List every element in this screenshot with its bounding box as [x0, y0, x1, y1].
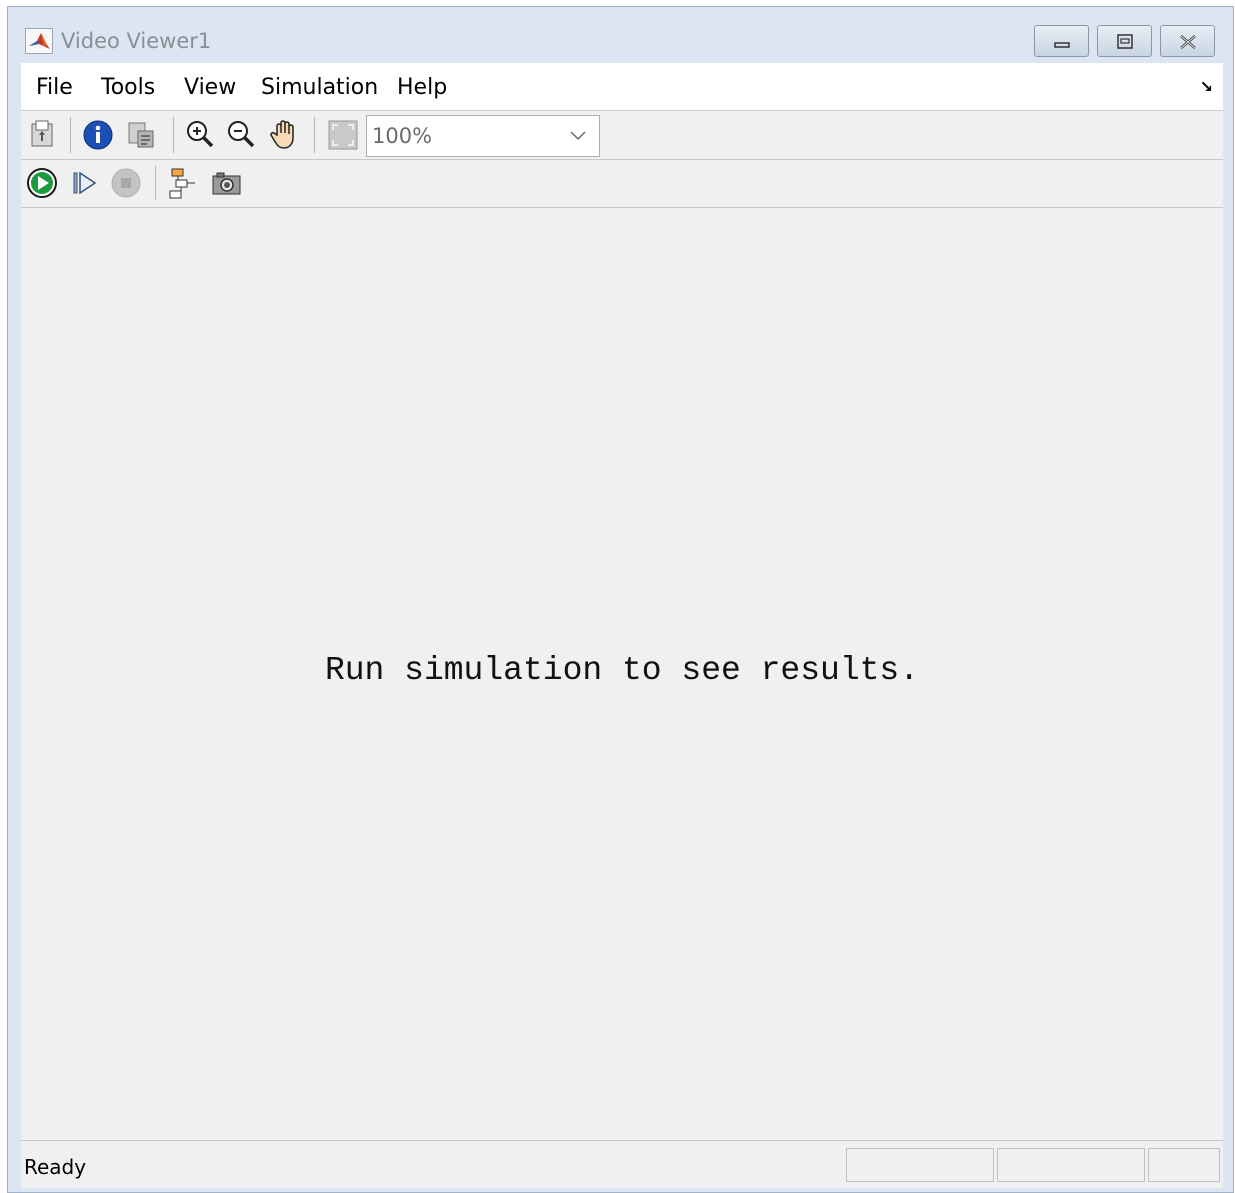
menu-tools[interactable]: Tools [101, 75, 155, 100]
app-window: Video Viewer1 File Tools View Simulation [7, 6, 1234, 1193]
highlight-block-icon[interactable] [166, 166, 200, 200]
toolbar-separator [314, 117, 315, 153]
minimize-button[interactable] [1034, 25, 1089, 57]
minimize-icon [1054, 42, 1070, 48]
fit-to-view-icon[interactable] [326, 118, 360, 152]
status-text: Ready [24, 1155, 87, 1179]
menu-bar: File Tools View Simulation Help ↘ [21, 63, 1223, 111]
client-area: File Tools View Simulation Help ↘ 100% R… [21, 63, 1223, 1188]
status-bar: Ready [21, 1140, 1223, 1188]
restore-button[interactable] [1097, 25, 1152, 57]
zoom-in-icon[interactable] [183, 118, 217, 152]
status-cell [1148, 1148, 1220, 1182]
zoom-level-value: 100% [372, 124, 433, 148]
zoom-level-select[interactable]: 100% [366, 115, 600, 157]
undock-arrow-icon[interactable]: ↘ [1200, 77, 1213, 97]
zoom-out-icon[interactable] [224, 118, 258, 152]
status-cell [846, 1148, 994, 1182]
stop-icon[interactable] [109, 166, 143, 200]
menu-view[interactable]: View [184, 75, 236, 100]
menu-simulation[interactable]: Simulation [261, 75, 378, 100]
print-icon[interactable] [25, 118, 59, 152]
close-icon [1180, 35, 1196, 49]
simulation-toolbar [21, 160, 1223, 208]
step-forward-icon[interactable] [67, 166, 101, 200]
toolbar-separator [70, 117, 71, 153]
chevron-down-icon [570, 131, 586, 141]
matlab-logo-icon [25, 28, 53, 54]
properties-icon[interactable] [124, 118, 158, 152]
close-button[interactable] [1160, 25, 1215, 57]
status-cell [997, 1148, 1145, 1182]
run-icon[interactable] [25, 166, 59, 200]
video-display-area: Run simulation to see results. [21, 208, 1223, 1140]
restore-icon [1117, 34, 1133, 49]
title-bar[interactable]: Video Viewer1 [8, 7, 1233, 63]
snapshot-camera-icon[interactable] [209, 166, 243, 200]
empty-state-message: Run simulation to see results. [324, 652, 920, 689]
toolbar-separator [173, 117, 174, 153]
window-title: Video Viewer1 [61, 29, 212, 53]
main-toolbar: 100% [21, 111, 1223, 160]
toolbar-separator [155, 166, 156, 200]
menu-help[interactable]: Help [397, 75, 447, 100]
pan-hand-icon[interactable] [268, 117, 302, 151]
info-icon[interactable] [81, 118, 115, 152]
menu-file[interactable]: File [36, 75, 73, 100]
